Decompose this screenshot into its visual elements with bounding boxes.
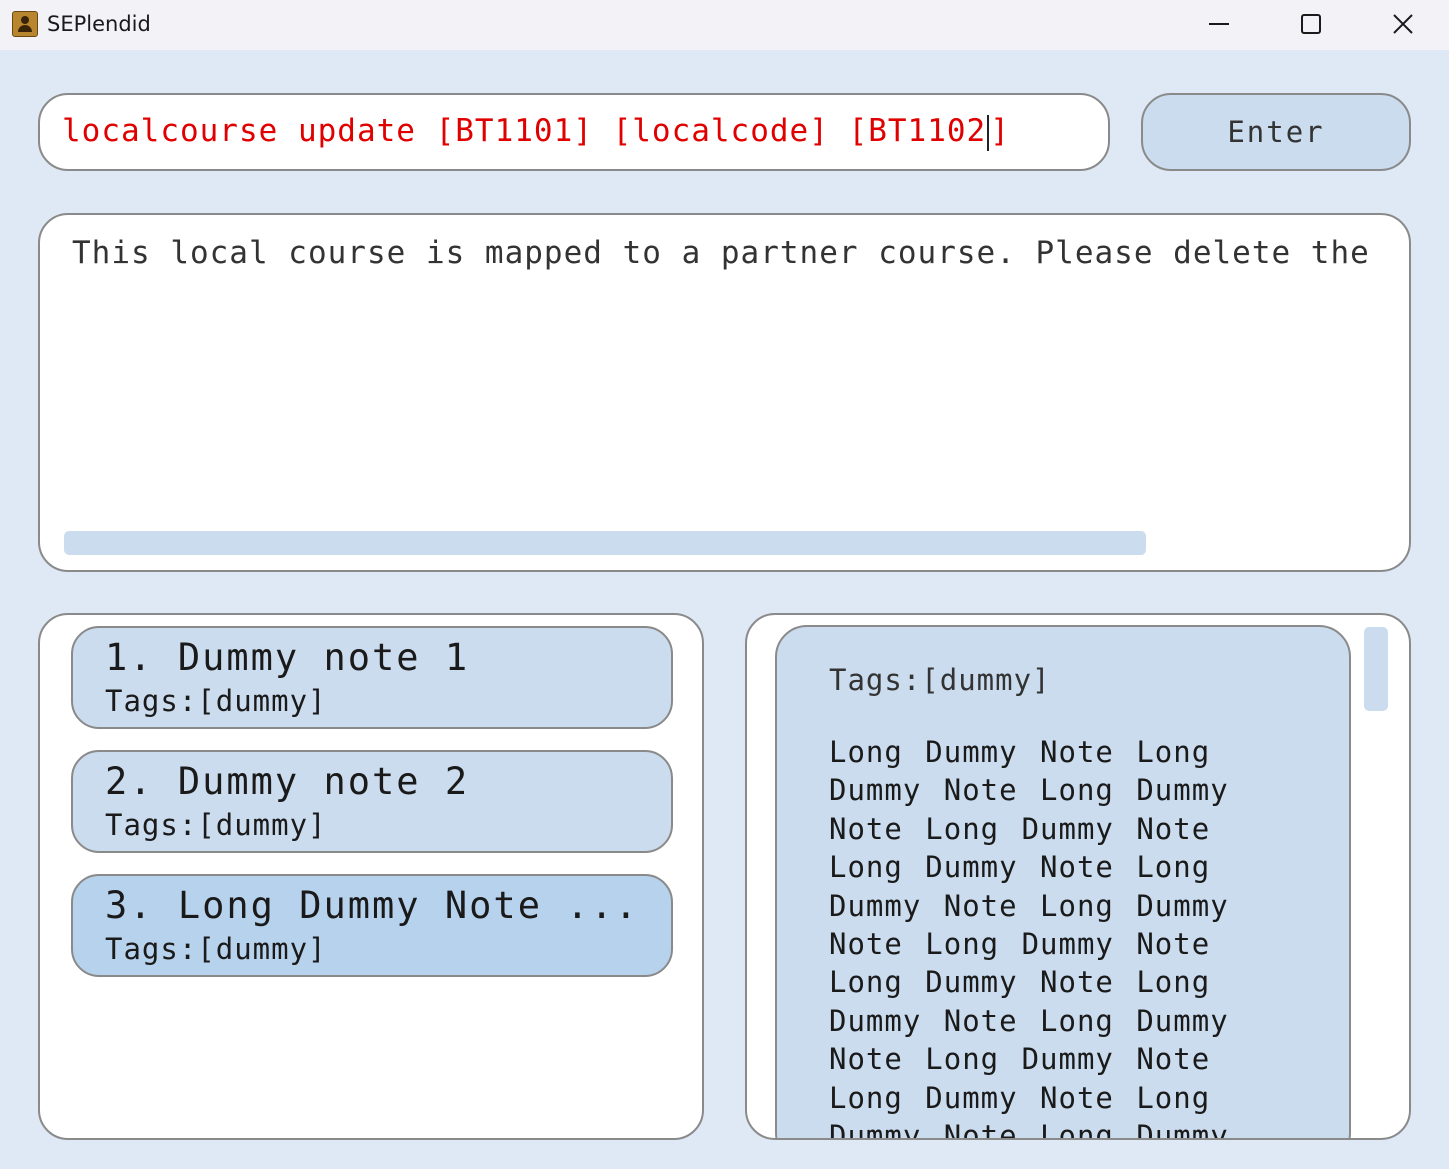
title-bar: SEPlendid — [0, 0, 1449, 50]
note-title: 1. Dummy note 1 — [105, 636, 470, 679]
note-detail-panel[interactable]: Tags:[dummy] Long Dummy Note Long Dummy … — [745, 613, 1411, 1140]
horizontal-scrollbar[interactable] — [64, 531, 1146, 555]
note-tags: Tags:[dummy] — [105, 808, 327, 842]
minimize-button[interactable] — [1173, 0, 1265, 48]
command-input[interactable]: localcourse update [BT1101] [localcode] … — [38, 93, 1110, 171]
minimize-icon — [1209, 23, 1229, 25]
note-tags: Tags:[dummy] — [105, 684, 327, 718]
address-book-icon — [12, 11, 38, 37]
command-value: localcourse update [BT1101] [localcode] … — [62, 113, 987, 150]
note-title: 2. Dummy note 2 — [105, 760, 470, 803]
maximize-button[interactable] — [1265, 0, 1357, 48]
note-detail-card: Tags:[dummy] Long Dummy Note Long Dummy … — [775, 625, 1351, 1140]
command-text: localcourse update [BT1101] [localcode] … — [62, 113, 1010, 151]
note-list-panel: 1. Dummy note 1 Tags:[dummy] 2. Dummy no… — [38, 613, 704, 1140]
note-title: 3. Long Dummy Note ... — [105, 884, 640, 927]
window-title: SEPlendid — [47, 12, 151, 36]
command-value-after-caret: ] — [990, 113, 1010, 150]
detail-tags: Tags:[dummy] — [829, 663, 1051, 697]
enter-button[interactable]: Enter — [1141, 93, 1411, 171]
result-text: This local course is mapped to a partner… — [72, 235, 1370, 271]
note-list-item[interactable]: 2. Dummy note 2 Tags:[dummy] — [71, 750, 673, 853]
close-button[interactable] — [1357, 0, 1449, 48]
note-list-item[interactable]: 1. Dummy note 1 Tags:[dummy] — [71, 626, 673, 729]
note-tags: Tags:[dummy] — [105, 932, 327, 966]
vertical-scrollbar[interactable] — [1364, 627, 1388, 711]
detail-content: Long Dummy Note Long Dummy Note Long Dum… — [829, 735, 1229, 1140]
note-list-item-selected[interactable]: 3. Long Dummy Note ... Tags:[dummy] — [71, 874, 673, 977]
text-caret — [987, 114, 990, 151]
result-display[interactable]: This local course is mapped to a partner… — [38, 213, 1411, 572]
close-icon — [1393, 14, 1413, 34]
maximize-icon — [1301, 14, 1321, 34]
